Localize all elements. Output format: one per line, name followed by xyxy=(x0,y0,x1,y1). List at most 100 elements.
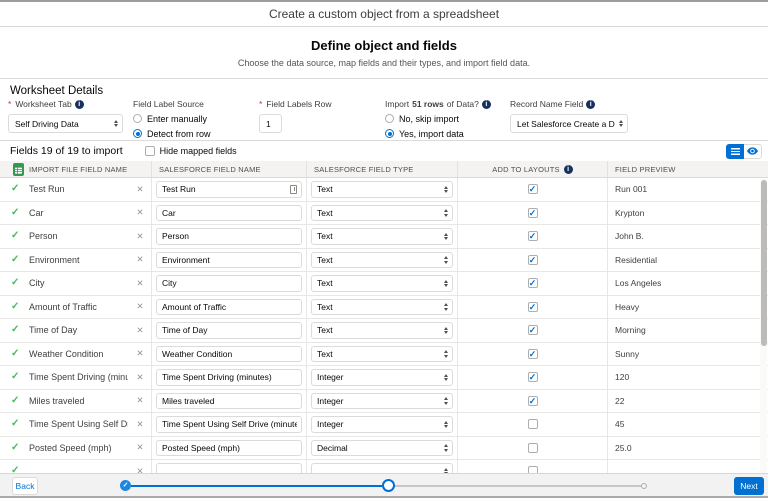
radio-icon[interactable] xyxy=(385,114,394,123)
salesforce-field-name-input[interactable]: Test Run xyxy=(156,181,302,198)
add-to-layouts-checkbox[interactable] xyxy=(528,255,538,265)
radio-icon[interactable] xyxy=(385,129,394,138)
add-to-layouts-checkbox[interactable] xyxy=(528,302,538,312)
salesforce-field-name-input[interactable]: City xyxy=(156,275,302,292)
remove-field-button[interactable] xyxy=(135,231,145,242)
salesforce-field-name-input[interactable]: Person xyxy=(156,228,302,245)
list-view-button[interactable] xyxy=(726,144,744,159)
add-to-layouts-checkbox[interactable] xyxy=(528,208,538,218)
salesforce-field-type-select[interactable]: Text xyxy=(311,205,453,222)
table-row: EnvironmentEnvironmentTextResidential xyxy=(0,249,768,273)
radio-no-skip-import[interactable]: No, skip import xyxy=(385,113,491,124)
record-name-field-select[interactable]: Let Salesforce Create a Default Rec xyxy=(510,114,628,133)
field-type-value: Text xyxy=(317,278,440,288)
progress-step-3-icon[interactable] xyxy=(641,483,647,489)
radio-icon[interactable] xyxy=(133,129,142,138)
add-to-layouts-cell xyxy=(458,319,608,342)
mapped-check-icon xyxy=(11,278,22,288)
next-button[interactable]: Next xyxy=(734,477,764,495)
info-icon[interactable] xyxy=(564,165,573,174)
salesforce-field-type-select[interactable]: Integer xyxy=(311,416,453,433)
salesforce-field-type-select[interactable]: Text xyxy=(311,275,453,292)
remove-field-button[interactable] xyxy=(135,184,145,195)
mapped-check-icon xyxy=(11,302,22,312)
salesforce-field-name-input[interactable]: Amount of Traffic xyxy=(156,299,302,316)
field-preview-value: 45 xyxy=(608,413,768,436)
remove-field-button[interactable] xyxy=(135,207,145,218)
salesforce-field-name-input[interactable]: Miles traveled xyxy=(156,393,302,410)
add-to-layouts-checkbox[interactable] xyxy=(528,372,538,382)
progress-step-1-completed-icon[interactable] xyxy=(120,480,131,491)
salesforce-field-type-select[interactable]: Integer xyxy=(311,393,453,410)
field-type-value: Integer xyxy=(317,396,440,406)
add-to-layouts-checkbox[interactable] xyxy=(528,396,538,406)
hide-mapped-checkbox[interactable] xyxy=(145,146,155,156)
radio-detect-from-row[interactable]: Detect from row xyxy=(133,128,211,139)
mapped-check-icon xyxy=(11,419,22,429)
add-to-layouts-checkbox[interactable] xyxy=(528,184,538,194)
add-to-layouts-cell xyxy=(458,249,608,272)
salesforce-field-type-select[interactable]: Text xyxy=(311,181,453,198)
salesforce-field-name-input[interactable]: Time of Day xyxy=(156,322,302,339)
salesforce-field-type-select[interactable]: Text xyxy=(311,346,453,363)
preview-view-button[interactable] xyxy=(744,144,762,159)
remove-field-button[interactable] xyxy=(135,466,145,473)
field-labels-row-label: * Field Labels Row xyxy=(259,99,332,109)
worksheet-tab-select[interactable]: Self Driving Data xyxy=(8,114,123,133)
radio-yes-import-data[interactable]: Yes, import data xyxy=(385,128,491,139)
remove-field-button[interactable] xyxy=(135,278,145,289)
salesforce-field-name-input[interactable]: Posted Speed (mph) xyxy=(156,440,302,457)
field-labels-row-input[interactable]: 1 xyxy=(259,114,282,133)
field-label-source-group: Field Label Source Enter manually Detect… xyxy=(133,99,211,139)
create-object-wizard: Create a custom object from a spreadshee… xyxy=(0,0,768,498)
info-icon[interactable] xyxy=(75,100,84,109)
radio-enter-manually[interactable]: Enter manually xyxy=(133,113,211,124)
add-to-layouts-checkbox[interactable] xyxy=(528,349,538,359)
salesforce-field-type-select[interactable] xyxy=(311,463,453,473)
remove-field-button[interactable] xyxy=(135,442,145,453)
add-to-layouts-checkbox[interactable] xyxy=(528,443,538,453)
salesforce-field-type-select[interactable]: Text xyxy=(311,299,453,316)
field-type-cell: Text xyxy=(307,178,458,201)
salesforce-field-name-input[interactable]: Time Spent Using Self Drive (minutes) xyxy=(156,416,302,433)
salesforce-field-name-input[interactable]: Weather Condition xyxy=(156,346,302,363)
table-scrollbar-track[interactable] xyxy=(760,179,767,473)
add-to-layouts-checkbox[interactable] xyxy=(528,278,538,288)
salesforce-field-type-select[interactable]: Text xyxy=(311,322,453,339)
add-to-layouts-checkbox[interactable] xyxy=(528,419,538,429)
remove-field-button[interactable] xyxy=(135,348,145,359)
mapped-check-icon xyxy=(11,466,22,473)
fields-toolbar: Fields 19 of 19 to import Hide mapped fi… xyxy=(0,140,768,161)
table-scrollbar-thumb[interactable] xyxy=(761,180,767,346)
hide-mapped-fields-toggle[interactable]: Hide mapped fields xyxy=(145,146,237,156)
salesforce-field-name-input[interactable] xyxy=(156,463,302,473)
salesforce-field-name-input[interactable]: Environment xyxy=(156,252,302,269)
remove-field-button[interactable] xyxy=(135,301,145,312)
progress-step-2-current-icon[interactable] xyxy=(382,479,395,492)
salesforce-name-cell: Car xyxy=(152,202,307,225)
salesforce-field-name-input[interactable]: Time Spent Driving (minutes) xyxy=(156,369,302,386)
add-to-layouts-checkbox[interactable] xyxy=(528,231,538,241)
add-to-layouts-checkbox[interactable] xyxy=(528,466,538,473)
remove-field-button[interactable] xyxy=(135,372,145,383)
salesforce-field-type-select[interactable]: Text xyxy=(311,252,453,269)
salesforce-name-cell: Person xyxy=(152,225,307,248)
import-field-name: Posted Speed (mph) xyxy=(29,443,128,453)
stepper-icon xyxy=(444,303,448,311)
import-field-name: Car xyxy=(29,208,128,218)
salesforce-field-type-select[interactable]: Text xyxy=(311,228,453,245)
remove-field-button[interactable] xyxy=(135,254,145,265)
info-icon[interactable] xyxy=(482,100,491,109)
salesforce-field-type-select[interactable]: Integer xyxy=(311,369,453,386)
import-field-name: Weather Condition xyxy=(29,349,128,359)
add-to-layouts-checkbox[interactable] xyxy=(528,325,538,335)
remove-field-button[interactable] xyxy=(135,325,145,336)
salesforce-field-name-input[interactable]: Car xyxy=(156,205,302,222)
radio-icon[interactable] xyxy=(133,114,142,123)
salesforce-field-type-select[interactable]: Decimal xyxy=(311,440,453,457)
stepper-icon xyxy=(444,233,448,241)
remove-field-button[interactable] xyxy=(135,395,145,406)
eye-icon xyxy=(747,147,758,155)
remove-field-button[interactable] xyxy=(135,419,145,430)
info-icon[interactable] xyxy=(586,100,595,109)
